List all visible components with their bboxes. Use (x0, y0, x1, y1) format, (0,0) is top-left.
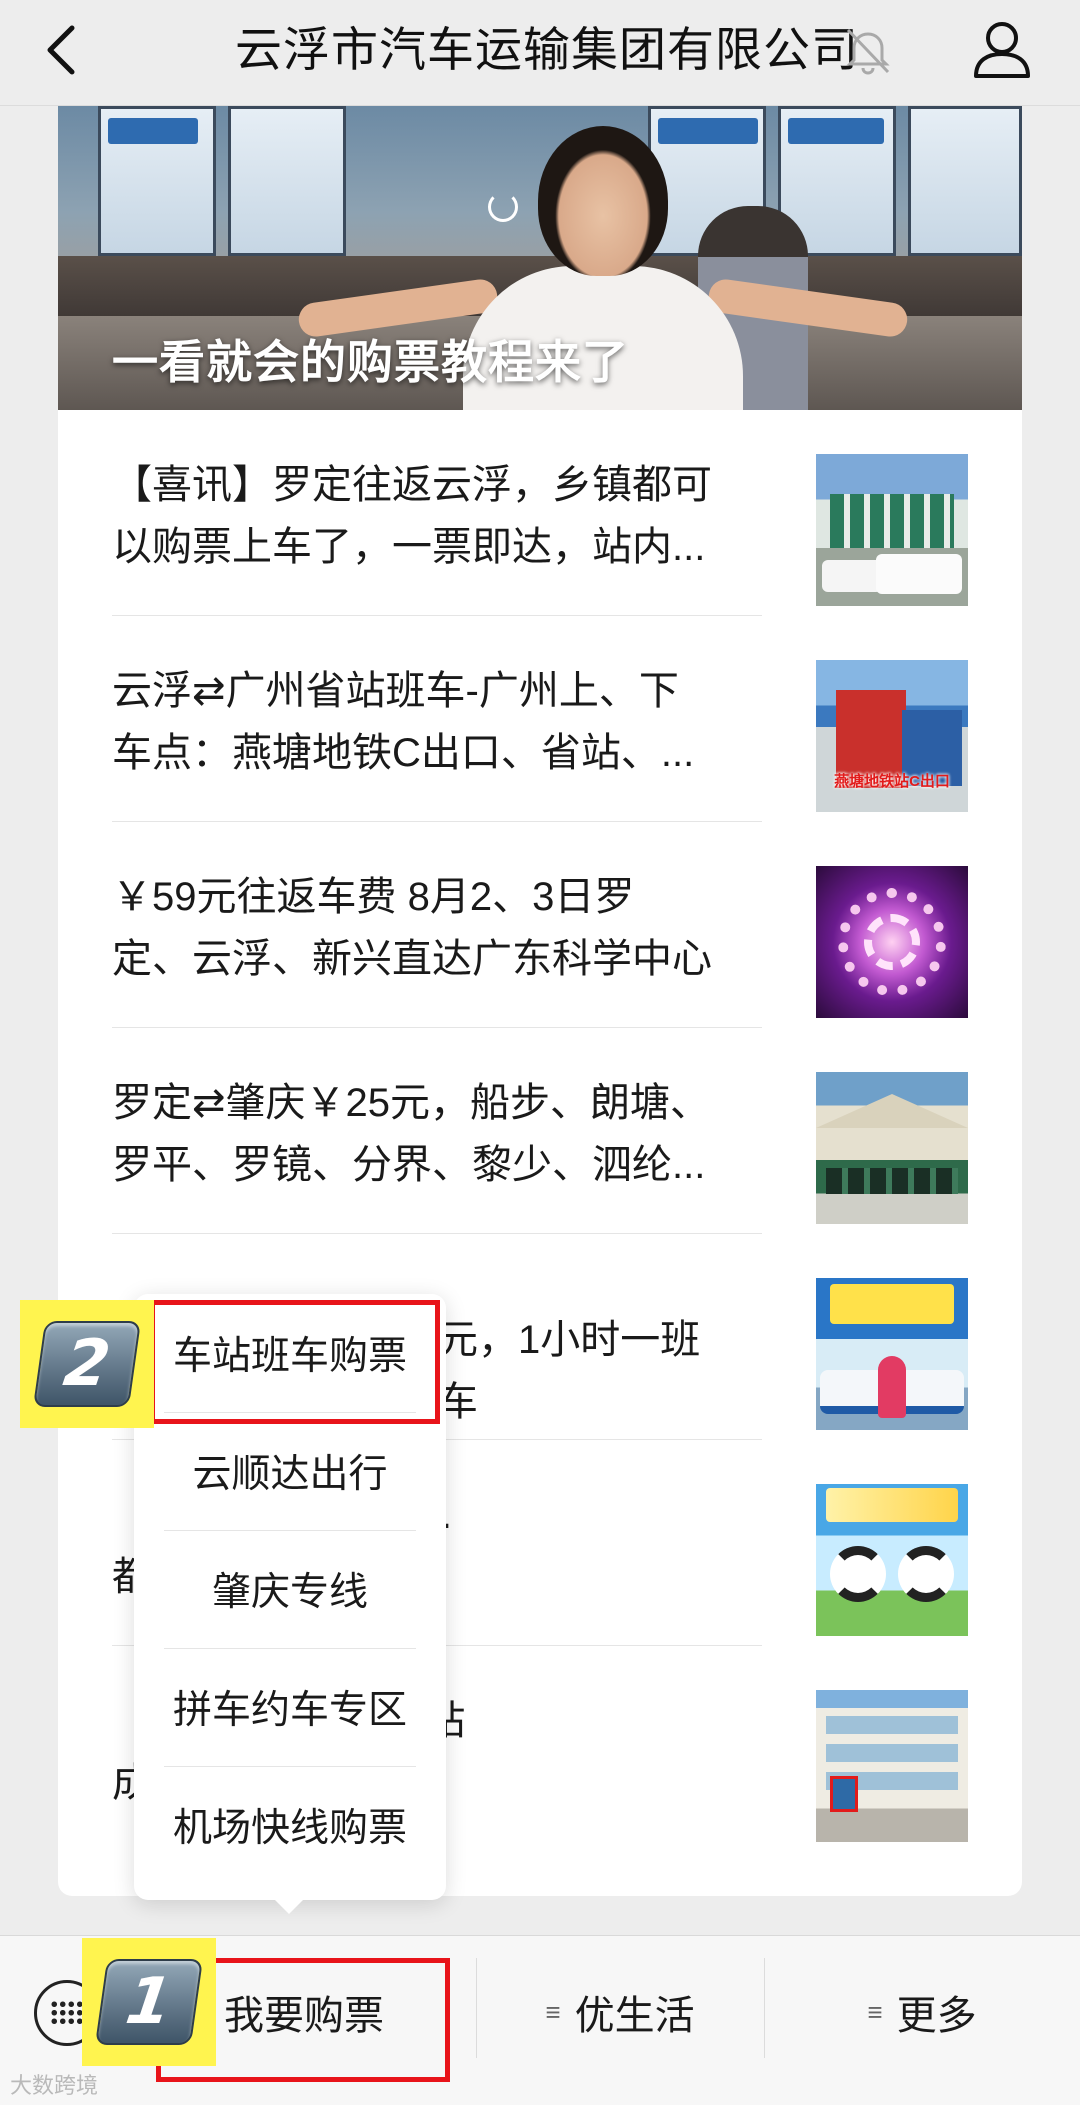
menu-item-yunshunda-travel[interactable]: 云顺达出行 (134, 1412, 446, 1530)
signboard-image (108, 118, 198, 144)
article-title: 云浮⇄广州省站班车-广州上、下车点：燕塘地铁C出口、省站、... (112, 669, 695, 775)
article-thumbnail (816, 1690, 968, 1842)
back-button[interactable] (32, 20, 92, 80)
banner-video-cover[interactable]: 一看就会的购票教程来了 (58, 106, 1022, 410)
signboard-image (788, 118, 884, 144)
article-title: 罗定⇄肇庆￥25元，船步、朗塘、罗平、罗镜、分界、黎少、泗纶... (112, 1081, 711, 1187)
banner-caption: 一看就会的购票教程来了 (112, 336, 629, 388)
article-title: 【喜讯】罗定往返云浮，乡镇都可以购票上车了，一票即达，站内... (112, 463, 712, 569)
watermark: 大数跨境 (10, 2073, 99, 2098)
menu-quality-life[interactable]: ≡ 优生活 (476, 1936, 764, 2088)
article-thumbnail (816, 866, 968, 1018)
ticket-booth-image (908, 106, 1022, 256)
article-thumbnail (816, 1484, 968, 1636)
article-thumbnail (816, 454, 968, 606)
thumbnail-tag: 燕塘地铁站C出口 (834, 773, 950, 790)
menu-more[interactable]: ≡ 更多 (764, 1936, 1080, 2088)
article-item[interactable]: ￥59元往返车费 8月2、3日罗定、云浮、新兴直达广东科学中心 (58, 822, 1022, 1028)
loading-spinner-icon (488, 192, 518, 222)
top-nav-bar: 云浮市汽车运输集团有限公司 (0, 0, 1080, 106)
bell-off-icon (840, 22, 896, 78)
menu-lines-icon: ≡ (867, 1996, 883, 2027)
menu-item-zhaoqing-line[interactable]: 肇庆专线 (134, 1530, 446, 1648)
ticket-booth-image (228, 106, 346, 256)
step-number: 1 (94, 1959, 204, 2045)
highlight-box-step-2 (150, 1300, 440, 1424)
submenu-caret (273, 1898, 305, 1914)
chevron-left-icon (47, 25, 75, 75)
article-title: 元，1小时一班车 (438, 1318, 701, 1424)
page-title: 云浮市汽车运输集团有限公司 (235, 23, 859, 76)
step-2-badge: 2 (20, 1300, 154, 1428)
menu-more-label: 更多 (896, 1994, 977, 2038)
article-item[interactable]: 云浮⇄广州省站班车-广州上、下车点：燕塘地铁C出口、省站、... 燕塘地铁站C出… (58, 616, 1022, 822)
article-thumbnail: 燕塘地铁站C出口 (816, 660, 968, 812)
step-number: 2 (32, 1321, 142, 1407)
article-item[interactable]: 【喜讯】罗定往返云浮，乡镇都可以购票上车了，一票即达，站内... (58, 410, 1022, 616)
step-1-badge: 1 (82, 1938, 216, 2066)
signboard-image (658, 118, 758, 144)
article-thumbnail (816, 1278, 968, 1430)
presenter-head-image (538, 126, 668, 276)
article-item[interactable]: 罗定⇄肇庆￥25元，船步、朗塘、罗平、罗镜、分界、黎少、泗纶... (58, 1028, 1022, 1234)
menu-item-carpool-zone[interactable]: 拼车约车专区 (134, 1648, 446, 1766)
menu-quality-life-label: 优生活 (574, 1994, 695, 2038)
menu-lines-icon: ≡ (545, 1996, 561, 2027)
menu-item-airport-express[interactable]: 机场快线购票 (134, 1766, 446, 1884)
article-title: ￥59元往返车费 8月2、3日罗定、云浮、新兴直达广东科学中心 (112, 875, 712, 981)
article-thumbnail (816, 1072, 968, 1224)
profile-button[interactable] (968, 14, 1036, 82)
user-icon (974, 22, 1030, 78)
